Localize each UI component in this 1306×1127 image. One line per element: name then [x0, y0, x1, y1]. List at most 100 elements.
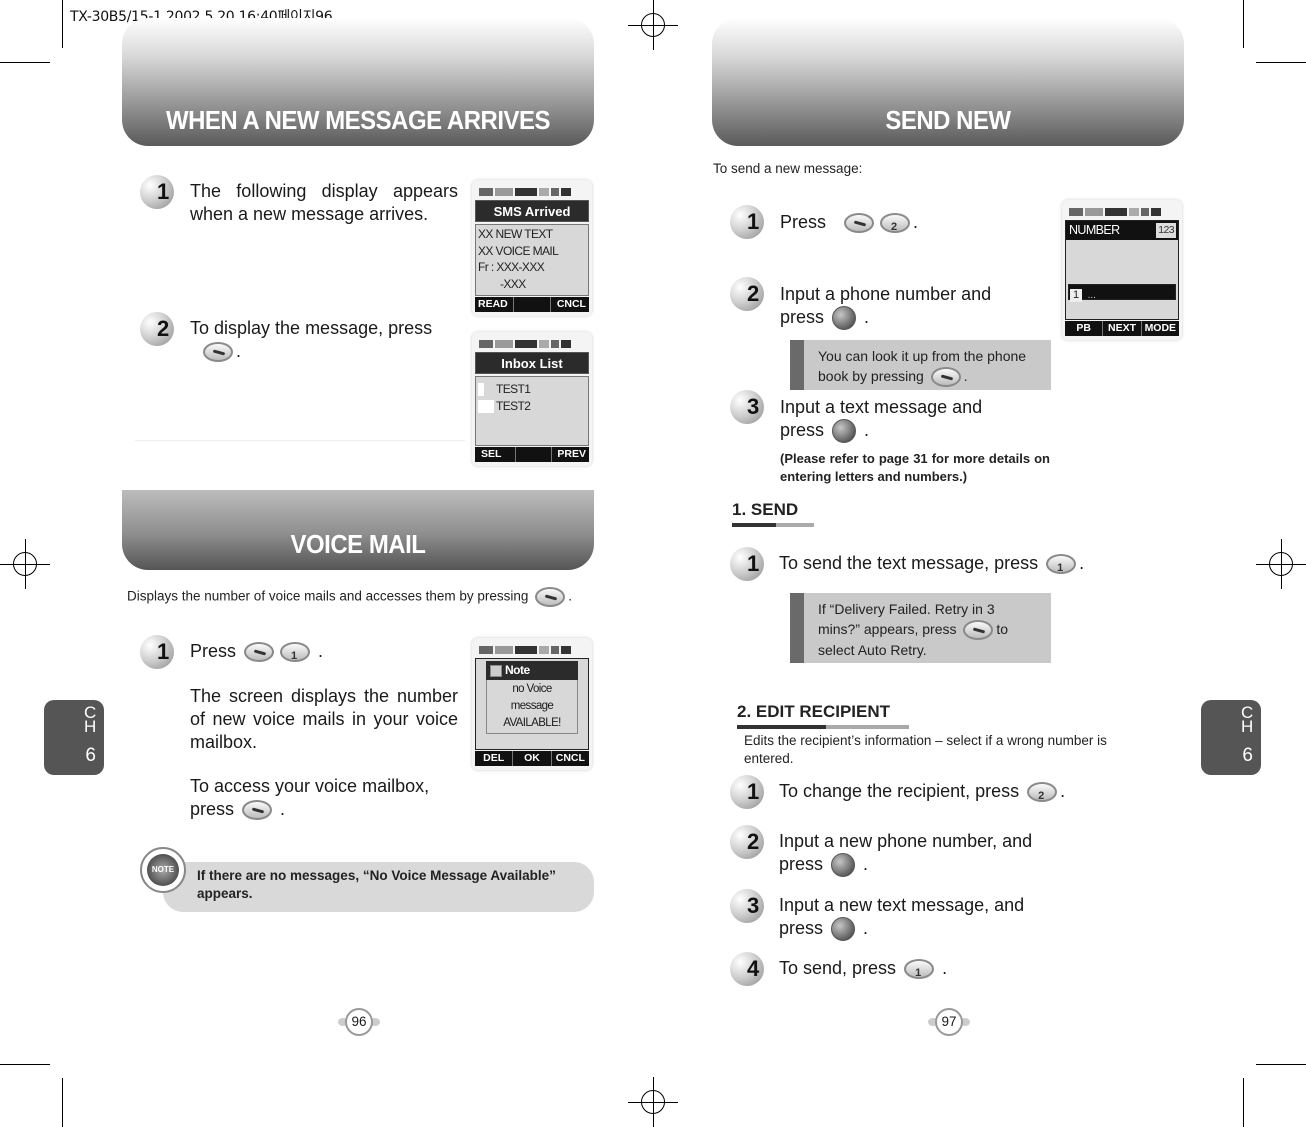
crop-mark [1243, 1078, 1244, 1127]
popup-title: Note [486, 661, 578, 680]
number-entry-screen: NUMBER 123 1 ... PB NEXT MODE [1062, 200, 1182, 340]
status-bar-icons [475, 642, 589, 658]
refer-note: (Please refer to page 31 for more detail… [780, 451, 1050, 484]
step-badge: 2 [730, 823, 768, 861]
edit-recipient-description: Edits the recipient’s information – sele… [744, 733, 1107, 766]
screen-body: NUMBER 123 1 ... [1065, 220, 1179, 320]
status-bar-icons [1065, 204, 1179, 220]
screen-body: XX NEW TEXT XX VOICE MAIL Fr : XXX-XXX -… [475, 224, 589, 296]
crop-mark [62, 1078, 63, 1127]
step-2-text: To display the message, press . [190, 318, 433, 363]
banner-send-new: SEND NEW [712, 18, 1184, 146]
step-badge: 4 [730, 950, 768, 988]
step-badge: 3 [730, 388, 768, 426]
key-1-icon [280, 642, 311, 668]
softkey-select: SEL [475, 447, 517, 462]
voice-step-description: The screen displays the number of new vo… [190, 686, 458, 752]
crop-mark [1256, 62, 1306, 63]
registration-mark [0, 539, 50, 589]
inbox-item: TEST2 [478, 398, 586, 415]
crop-mark [0, 62, 50, 63]
softkey-blank [514, 297, 551, 312]
key-1-icon [904, 959, 935, 985]
step-badge: 2 [730, 275, 768, 313]
page-number: 96 [338, 1008, 380, 1036]
softkey-previous: PREV [557, 448, 586, 460]
crop-mark [0, 1064, 50, 1065]
edit-step-4: To send, press . [779, 957, 947, 985]
softkey-ok: OK [513, 751, 552, 766]
softkey-bar: READ CNCL [475, 297, 589, 312]
page-number: 97 [928, 1008, 970, 1036]
send-step-3: Input a text message and press . [780, 396, 982, 444]
note-icon: NOTE [147, 854, 179, 886]
menu-key-icon [244, 642, 275, 663]
popup-message: no Voice message AVAILABLE! [486, 680, 578, 734]
crop-mark [1256, 1064, 1306, 1065]
number-input-field: 1 ... [1068, 284, 1176, 302]
step-badge: 2 [140, 310, 178, 348]
banner-new-message: WHEN A NEW MESSAGE ARRIVES [122, 18, 594, 146]
softkey-bar: PB NEXT MODE [1065, 321, 1179, 336]
crop-mark [62, 0, 63, 48]
key-2-icon [1027, 782, 1058, 808]
step-badge: 1 [140, 633, 178, 671]
edit-step-2: Input a new phone number, and press . [779, 830, 1032, 878]
voice-step-access: To access your voice mailbox, press . [190, 776, 430, 821]
edit-recipient-heading: 2. EDIT RECIPIENT [737, 702, 891, 721]
chapter-tab: CH 6 [44, 700, 104, 775]
softkey-delete: DEL [475, 751, 514, 766]
registration-mark [628, 0, 678, 50]
key-1-icon [1046, 554, 1077, 580]
step-badge: 1 [730, 545, 768, 583]
send-heading: 1. SEND [732, 500, 799, 519]
phonebook-tip: You can look it up from the phone book b… [790, 340, 1051, 390]
step-badge: 3 [730, 887, 768, 925]
send-text-step: To send the text message, press . [779, 552, 1084, 580]
screen-title: Inbox List [475, 352, 589, 374]
menu-key-icon [930, 367, 961, 388]
retry-tip: If “Delivery Failed. Retry in 3 mins?” a… [790, 593, 1051, 663]
banner-voice-mail: VOICE MAIL [122, 490, 594, 570]
ok-key-icon [832, 419, 857, 444]
softkey-bar: DEL OK CNCL [475, 751, 589, 766]
status-bar-icons [475, 336, 589, 352]
registration-mark [1256, 539, 1306, 589]
divider [135, 440, 465, 441]
menu-key-icon [963, 620, 994, 641]
ok-key-icon [831, 853, 856, 878]
section-title: SEND NEW [885, 105, 1011, 135]
voice-step-press: Press . [190, 640, 323, 668]
step-badge: 1 [730, 203, 768, 241]
chapter-tab: CH 6 [1201, 700, 1261, 775]
section-title: VOICE MAIL [290, 529, 426, 559]
section-title: WHEN A NEW MESSAGE ARRIVES [165, 105, 551, 135]
heading-underline [732, 523, 814, 527]
softkey-phonebook: PB [1065, 321, 1104, 336]
voice-mail-intro: Displays the number of voice mails and a… [127, 587, 627, 607]
inbox-item: TEST1 [478, 381, 586, 398]
voicemail-key-icon [242, 800, 273, 821]
ok-key-icon [831, 917, 856, 942]
softkey-bar: SEL PREV [475, 447, 589, 462]
softkey-blank [516, 447, 552, 462]
screen-body: TEST1 TEST2 [475, 376, 589, 446]
note-badge: NOTE [140, 847, 186, 893]
input-mode-indicator: 123 [1156, 223, 1176, 238]
menu-key-icon [844, 213, 875, 234]
voice-note-screen: Note no Voice message AVAILABLE! DEL OK … [472, 638, 592, 770]
step-badge: 1 [140, 173, 178, 211]
softkey-mode: MODE [1144, 322, 1177, 334]
registration-mark [628, 1077, 678, 1127]
heading-underline [737, 725, 909, 729]
sms-arrived-screen: SMS Arrived XX NEW TEXT XX VOICE MAIL Fr… [472, 180, 592, 316]
step-1-text: The following display appears when a new… [190, 181, 458, 224]
send-intro: To send a new message: [713, 161, 863, 176]
voicemail-key-icon [535, 587, 566, 607]
note-text: If there are no messages, “No Voice Mess… [197, 868, 556, 901]
screen-body: Note no Voice message AVAILABLE! [475, 658, 589, 750]
ok-key-icon [832, 306, 857, 331]
softkey-read: READ [475, 297, 515, 312]
inbox-list-screen: Inbox List TEST1 TEST2 SEL PREV [472, 332, 592, 466]
send-step-2: Input a phone number and press . [780, 283, 991, 331]
